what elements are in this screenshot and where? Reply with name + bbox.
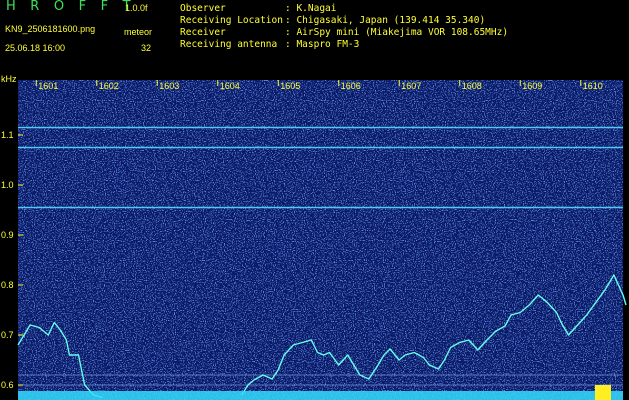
observer-label: Observer bbox=[180, 3, 226, 14]
location-value: : Chigasaki, Japan (139.414 35.340) bbox=[285, 15, 486, 26]
file-name: KN9_2506181600.png bbox=[5, 24, 96, 34]
y-tick-label: 1.0 bbox=[1, 180, 14, 190]
date-time: 25.06.18 16:00 bbox=[5, 43, 66, 53]
bottom-band-hot-spot bbox=[595, 385, 611, 400]
x-tick-label: 1609 bbox=[522, 81, 542, 91]
y-tick-label: 1.1 bbox=[1, 130, 14, 140]
y-tick-label: 0.9 bbox=[1, 230, 14, 240]
receiver-label: Receiver bbox=[180, 27, 226, 38]
antenna-value: : Maspro FM-3 bbox=[285, 39, 360, 50]
observer-value: : K.Nagai bbox=[285, 3, 337, 14]
x-tick-label: 1603 bbox=[159, 81, 179, 91]
location-label: Receiving Location bbox=[180, 15, 283, 26]
x-tick-label: 1610 bbox=[583, 81, 603, 91]
x-tick-label: 1604 bbox=[220, 81, 240, 91]
x-tick-label: 1606 bbox=[341, 81, 361, 91]
receiver-value: : AirSpy mini (Miakejima VOR 108.65MHz) bbox=[285, 27, 509, 38]
x-tick-label: 1605 bbox=[280, 81, 300, 91]
y-tick-label: 0.6 bbox=[1, 380, 14, 390]
app-title: H R O F F T bbox=[6, 0, 136, 14]
y-tick-label: 0.8 bbox=[1, 280, 14, 290]
header-panel: H R O F F T 1.0.0f KN9_2506181600.png me… bbox=[0, 0, 629, 76]
y-tick-label: 0.7 bbox=[1, 330, 14, 340]
bottom-band bbox=[18, 391, 623, 400]
x-tick-label: 1608 bbox=[462, 81, 482, 91]
meteor-label: meteor bbox=[124, 27, 153, 37]
spectrogram: 1601 1602 1603 1604 1605 1606 1607 1608 1609 1610… bbox=[1, 80, 627, 400]
x-tick-label: 1607 bbox=[401, 81, 421, 91]
antenna-label: Receiving antenna bbox=[180, 39, 278, 50]
app-version: 1.0.0f bbox=[125, 3, 148, 13]
meteor-count: 32 bbox=[141, 43, 152, 53]
x-tick-label: 1602 bbox=[99, 81, 119, 91]
x-tick-label: 1601 bbox=[38, 81, 58, 91]
